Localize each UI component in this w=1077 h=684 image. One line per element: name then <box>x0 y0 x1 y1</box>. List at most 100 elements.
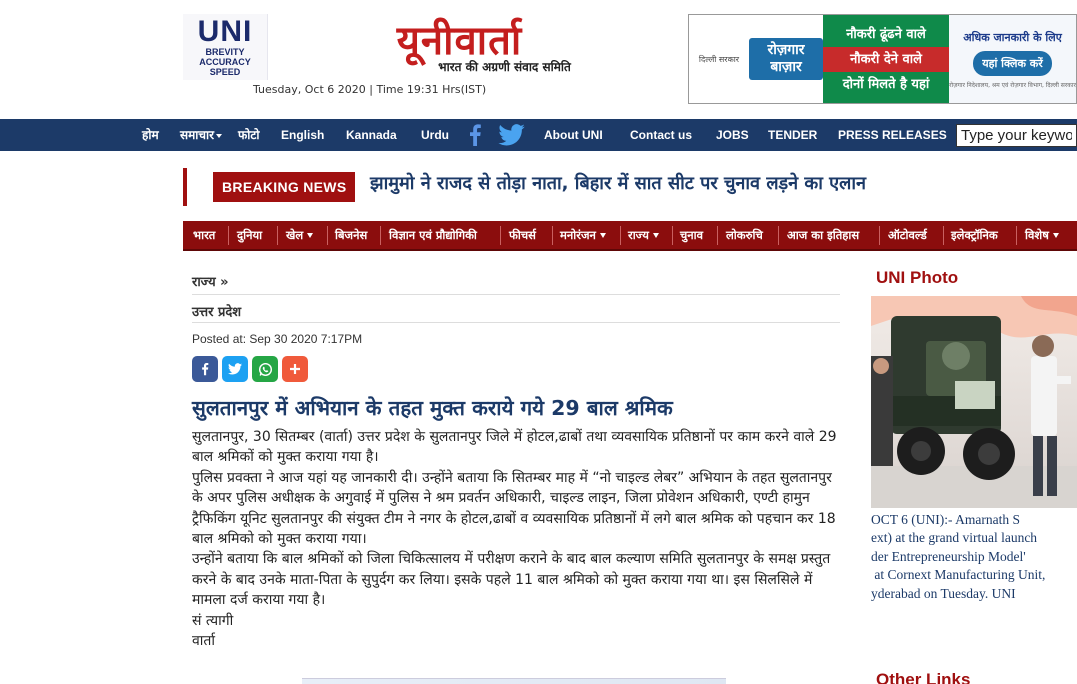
uni-photo-image[interactable] <box>871 296 1077 508</box>
cat-business[interactable]: बिजनेस <box>335 221 367 250</box>
cat-lokruchi[interactable]: लोकरुचि <box>726 221 763 250</box>
breadcrumb-state[interactable]: राज्य » <box>192 272 229 290</box>
logo-tag-brevity: BREVITY <box>205 47 245 57</box>
cat-divider <box>717 226 718 245</box>
article-paragraph: उन्होंने बताया कि बाल श्रमिकों को जिला च… <box>192 551 831 609</box>
cat-science[interactable]: विज्ञान एवं प्रौद्योगिकी <box>389 221 477 250</box>
ad-cta: अधिक जानकारी के लिए यहां क्लिक करें रोज़… <box>949 15 1076 103</box>
cat-divider <box>500 226 501 245</box>
breaking-accent <box>183 168 187 206</box>
cat-electronic[interactable]: इलेक्ट्रॉनिक <box>951 221 998 250</box>
rozgar-bazaar-ad[interactable]: दिल्ली सरकार रोज़गार बाज़ार नौकरी ढूंढने… <box>688 14 1077 104</box>
ad-line-1: नौकरी ढूंढने वाले <box>846 26 926 42</box>
breadcrumb-region[interactable]: उत्तर प्रदेश <box>192 302 241 320</box>
share-twitter-button[interactable] <box>222 356 248 382</box>
cat-special-label: विशेष <box>1025 228 1049 242</box>
cat-states-label: राज्य <box>628 228 649 242</box>
caption-line: der Entrepreneurship Model' <box>871 548 1026 564</box>
ad-portal-logo: रोज़गार बाज़ार <box>749 15 823 103</box>
cat-bharat[interactable]: भारत <box>193 221 215 250</box>
dateline: Tuesday, Oct 6 2020 | Time 19:31 Hrs(IST… <box>253 83 487 96</box>
uni-logo-mark: UNI BREVITY ACCURACY SPEED <box>183 14 268 80</box>
article-paragraph: पुलिस प्रवक्ता ने आज यहां यह जानकारी दी।… <box>192 469 836 548</box>
nav-jobs[interactable]: JOBS <box>716 119 749 151</box>
category-navigation: भारत दुनिया खेल बिजनेस विज्ञान एवं प्रौद… <box>183 221 1077 251</box>
nav-contact[interactable]: Contact us <box>630 119 692 151</box>
cat-divider <box>1016 226 1017 245</box>
breaking-news-headline[interactable]: झामुमो ने राजद से तोड़ा नाता, बिहार में … <box>370 171 866 197</box>
caption-line: at Cornext Manufacturing Unit, <box>871 567 1046 583</box>
cat-duniya[interactable]: दुनिया <box>237 221 262 250</box>
nav-home[interactable]: होम <box>142 119 159 151</box>
photo-illustration <box>871 296 1077 508</box>
caption-line: yderabad on Tuesday. UNI <box>871 585 1016 601</box>
facebook-icon[interactable] <box>468 124 482 146</box>
nav-photo[interactable]: फोटो <box>238 119 260 151</box>
caption-line: OCT 6 (UNI):- Amarnath S <box>871 512 1020 527</box>
uni-photo-caption[interactable]: OCT 6 (UNI):- Amarnath S ext) at the gra… <box>871 511 1077 603</box>
brand-tagline: भारत की अग्रणी संवाद समिति <box>438 59 571 74</box>
brand-wordmark: यूनीवार्ता भारत की अग्रणी संवाद समिति <box>268 14 651 80</box>
cat-history[interactable]: आज का इतिहास <box>787 221 859 250</box>
ad-portal-name: रोज़गार बाज़ार <box>749 38 823 80</box>
logo-tag-accuracy: ACCURACY <box>199 57 251 67</box>
posted-timestamp: Posted at: Sep 30 2020 7:17PM <box>192 332 363 346</box>
logo-abbr: UNI <box>197 15 253 48</box>
cat-autoworld[interactable]: ऑटोवर्ल्ड <box>888 221 927 250</box>
divider <box>192 294 840 295</box>
cat-features[interactable]: फीचर्स <box>509 221 536 250</box>
brand-hindi-name: यूनीवार्ता <box>396 16 523 64</box>
ad-line-2: नौकरी देने वाले <box>823 46 949 72</box>
breaking-news-bar: BREAKING NEWS झामुमो ने राजद से तोड़ा ना… <box>183 168 1077 206</box>
plus-icon <box>290 364 300 374</box>
nav-news[interactable]: समाचार <box>180 119 223 151</box>
article-paragraph: सुलतानपुर, 30 सितम्बर (वार्ता) उत्तर प्र… <box>192 429 837 466</box>
top-navigation: होम समाचार फोटो English Kannada Urdu Abo… <box>0 119 1077 151</box>
article-byline: सं त्यागी <box>192 612 234 629</box>
nav-about[interactable]: About UNI <box>544 119 603 151</box>
nav-urdu[interactable]: Urdu <box>421 119 449 151</box>
article-title: सुलतानपुर में अभियान के तहत मुक्त कराये … <box>192 396 673 420</box>
whatsapp-icon <box>258 362 272 376</box>
cat-divider <box>879 226 880 245</box>
nav-press-releases[interactable]: PRESS RELEASES <box>838 119 947 151</box>
nav-english[interactable]: English <box>281 119 324 151</box>
cat-khel[interactable]: खेल <box>286 221 314 250</box>
facebook-icon <box>202 362 209 376</box>
other-links-heading: Other Links <box>876 670 971 684</box>
chevron-down-icon <box>216 133 223 138</box>
cat-divider <box>277 226 278 245</box>
cat-khel-label: खेल <box>286 228 304 242</box>
ad-click-button[interactable]: यहां क्लिक करें <box>973 50 1052 76</box>
cat-divider <box>228 226 229 245</box>
site-logo[interactable]: UNI BREVITY ACCURACY SPEED यूनीवार्ता भा… <box>183 14 651 80</box>
search-input[interactable] <box>956 124 1077 147</box>
cat-divider <box>778 226 779 245</box>
share-more-button[interactable] <box>282 356 308 382</box>
cat-divider <box>327 226 328 245</box>
chevron-down-icon <box>599 233 606 238</box>
cat-divider <box>552 226 553 245</box>
bottom-ad-banner[interactable] <box>302 678 726 684</box>
uni-photo-heading: UNI Photo <box>876 268 959 287</box>
cat-special[interactable]: विशेष <box>1025 221 1059 250</box>
nav-tender[interactable]: TENDER <box>768 119 817 151</box>
cat-divider <box>943 226 944 245</box>
article-agency: वार्ता <box>192 633 216 650</box>
ad-line-3: दोनों मिलते है यहां <box>842 76 930 92</box>
ad-more-info: अधिक जानकारी के लिए <box>963 30 1062 44</box>
caption-line: ext) at the grand virtual launch <box>871 530 1038 546</box>
twitter-icon[interactable] <box>498 124 525 146</box>
share-facebook-button[interactable] <box>192 356 218 382</box>
chevron-down-icon <box>307 233 314 238</box>
cat-election[interactable]: चुनाव <box>680 221 703 250</box>
share-whatsapp-button[interactable] <box>252 356 278 382</box>
chevron-down-icon <box>1052 233 1059 238</box>
cat-entertainment-label: मनोरंजन <box>560 228 596 242</box>
cat-entertainment[interactable]: मनोरंजन <box>560 221 606 250</box>
cat-states[interactable]: राज्य <box>628 221 659 250</box>
logo-tag-speed: SPEED <box>209 67 241 77</box>
nav-kannada[interactable]: Kannada <box>346 119 397 151</box>
twitter-icon <box>228 363 242 375</box>
article-body: सुलतानपुर, 30 सितम्बर (वार्ता) उत्तर प्र… <box>192 427 842 651</box>
